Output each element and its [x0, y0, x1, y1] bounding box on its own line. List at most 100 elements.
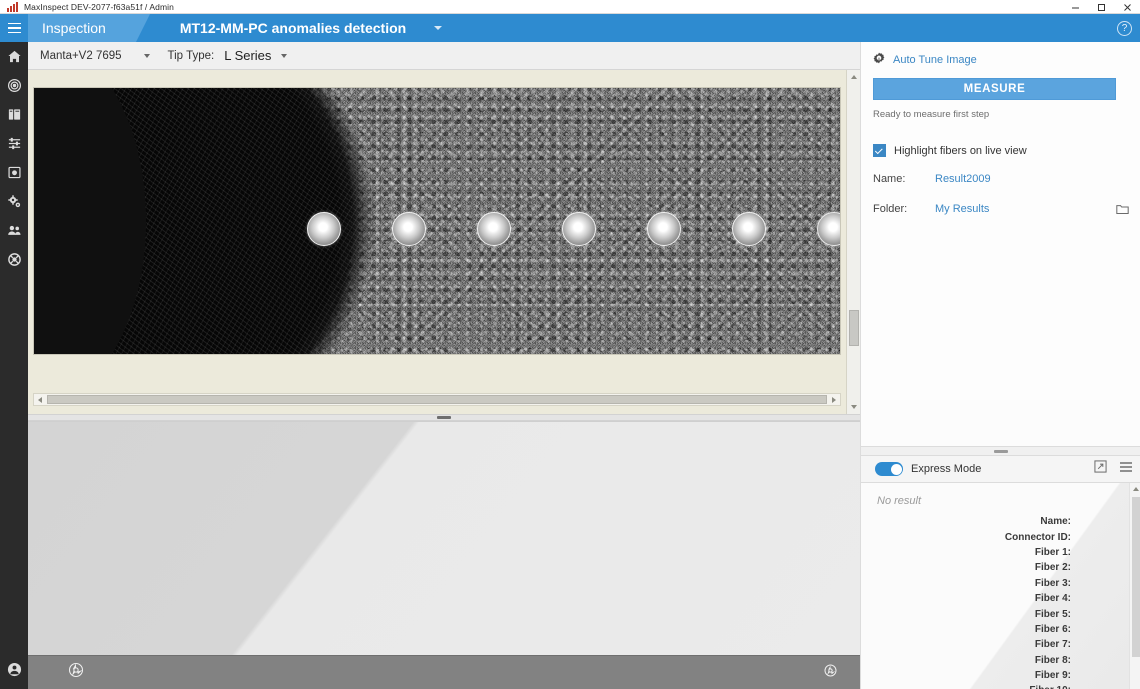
- result-row: Fiber 6:: [861, 622, 1123, 637]
- result-row: Fiber 4:: [861, 591, 1123, 606]
- highlight-fibers-checkbox-row[interactable]: Highlight fibers on live view: [873, 144, 1129, 157]
- fiber-marker[interactable]: [647, 212, 681, 246]
- highlight-fibers-checkbox[interactable]: [873, 144, 886, 157]
- gears-icon: [7, 194, 22, 209]
- result-row: Fiber 7:: [861, 637, 1123, 652]
- os-title-bar: MaxInspect DEV-2077-f63a51f / Admin: [0, 0, 1140, 14]
- tip-type-label: Tip Type:: [167, 49, 215, 62]
- vertical-scroll-thumb[interactable]: [849, 310, 859, 346]
- result-row-label: Connector ID:: [1004, 531, 1071, 543]
- result-row-label: Fiber 3:: [1034, 577, 1071, 589]
- scroll-up-button[interactable]: [847, 70, 861, 84]
- viewer-horizontal-scrollbar[interactable]: [33, 393, 841, 406]
- result-row-label: Fiber 2:: [1034, 562, 1071, 574]
- sidebar-item-home[interactable]: [0, 42, 28, 71]
- result-name-value[interactable]: Result2009: [935, 173, 991, 185]
- device-selector[interactable]: Manta+V2 7695: [40, 50, 150, 62]
- image-canvas[interactable]: [33, 87, 841, 355]
- external-link-icon[interactable]: [1094, 460, 1107, 478]
- maximize-button[interactable]: [1088, 0, 1114, 14]
- list-menu-icon[interactable]: [1119, 460, 1133, 478]
- folder-icon[interactable]: [1116, 202, 1129, 220]
- fiber-marker[interactable]: [392, 212, 426, 246]
- viewer-toolbar: Manta+V2 7695 Tip Type: L Series: [28, 42, 860, 70]
- measure-button[interactable]: MEASURE: [873, 78, 1116, 100]
- scroll-down-button[interactable]: [847, 400, 861, 414]
- live-image-viewer[interactable]: [28, 70, 860, 414]
- chevron-down-icon[interactable]: [434, 26, 443, 30]
- splitter-grip: [437, 416, 451, 419]
- chevron-down-icon[interactable]: [281, 53, 288, 58]
- result-row: Fiber 8:: [861, 653, 1123, 668]
- no-result-text: No result: [877, 495, 922, 507]
- viewer-splitter[interactable]: [28, 414, 860, 421]
- header-document-area: MT12-MM-PC anomalies detection: [135, 14, 1140, 42]
- results-scroll-thumb[interactable]: [1132, 497, 1140, 657]
- result-row-label: Fiber 4:: [1034, 593, 1071, 605]
- fiber-marker[interactable]: [732, 212, 766, 246]
- result-name-label: Name:: [873, 173, 906, 185]
- results-scroll-up-button[interactable]: [1130, 483, 1140, 495]
- fiber-marker[interactable]: [562, 212, 596, 246]
- right-panel: A Auto Tune Image MEASURE Ready to measu…: [860, 42, 1140, 689]
- result-row-label: Fiber 10:: [1029, 685, 1071, 689]
- help-button[interactable]: ?: [1117, 21, 1132, 36]
- sidebar-item-library[interactable]: [0, 100, 28, 129]
- users-icon: [7, 223, 22, 238]
- sidebar-item-support[interactable]: [0, 245, 28, 274]
- aperture-icon[interactable]: [68, 662, 84, 683]
- header-section-tab[interactable]: Inspection: [28, 14, 150, 42]
- sidebar-item-inspection[interactable]: [0, 71, 28, 100]
- result-folder-value[interactable]: My Results: [935, 203, 989, 215]
- horizontal-scroll-thumb[interactable]: [47, 395, 827, 404]
- result-row-label: Fiber 8:: [1034, 654, 1071, 666]
- chevron-down-icon: [143, 53, 150, 58]
- aperture-settings-icon[interactable]: [823, 663, 838, 683]
- viewer-vertical-scrollbar[interactable]: [846, 70, 860, 414]
- scroll-left-button[interactable]: [34, 394, 46, 405]
- express-bar-actions: [1094, 460, 1133, 478]
- hamburger-menu-icon[interactable]: [0, 14, 28, 42]
- result-row: Fiber 9:: [861, 668, 1123, 683]
- results-panel: No result Name: Connector ID: Fiber 1: Fibe…: [861, 483, 1140, 689]
- sidebar-item-settings-sliders[interactable]: [0, 129, 28, 158]
- express-mode-bar: Express Mode: [861, 456, 1140, 483]
- result-row: Fiber 1:: [861, 545, 1123, 560]
- scroll-right-button[interactable]: [828, 394, 840, 405]
- sidebar-item-account[interactable]: [0, 655, 28, 689]
- fiber-marker[interactable]: [307, 212, 341, 246]
- results-scrollbar[interactable]: [1129, 483, 1140, 689]
- result-folder-label: Folder:: [873, 203, 908, 215]
- minimize-button[interactable]: [1062, 0, 1088, 14]
- book-icon: [7, 107, 22, 122]
- status-bar: [28, 655, 860, 689]
- fiber-marker[interactable]: [477, 212, 511, 246]
- app-header: Inspection MT12-MM-PC anomalies detectio…: [0, 14, 1140, 42]
- express-mode-label: Express Mode: [911, 463, 982, 475]
- lifebuoy-icon: [7, 252, 22, 267]
- dark-region: [34, 88, 146, 354]
- sliders-icon: [7, 136, 22, 151]
- app-logo-icon: [7, 1, 19, 12]
- triangle-up-icon: [851, 75, 857, 79]
- triangle-up-icon: [1133, 487, 1139, 491]
- sidebar-item-configuration[interactable]: [0, 187, 28, 216]
- triangle-right-icon: [832, 396, 836, 403]
- result-row: Fiber 5:: [861, 606, 1123, 621]
- express-mode-toggle[interactable]: [875, 462, 903, 476]
- sidebar-item-users[interactable]: [0, 216, 28, 245]
- result-folder-row: Folder: My Results: [873, 201, 1129, 217]
- auto-tune-label: Auto Tune Image: [893, 54, 977, 66]
- application-window: MaxInspect DEV-2077-f63a51f / Admin Insp…: [0, 0, 1140, 689]
- close-button[interactable]: [1114, 0, 1140, 14]
- auto-tune-image-button[interactable]: A Auto Tune Image: [873, 50, 1129, 70]
- result-row: Fiber 2:: [861, 560, 1123, 575]
- result-name-row: Name: Result2009: [873, 171, 1129, 187]
- result-row-label: Fiber 5:: [1034, 608, 1071, 620]
- sidebar-item-capture[interactable]: [0, 158, 28, 187]
- gear-tune-icon: A: [873, 51, 885, 69]
- right-panel-splitter[interactable]: [861, 446, 1140, 456]
- tip-type-value[interactable]: L Series: [224, 48, 271, 63]
- user-account-icon: [7, 662, 22, 682]
- lower-empty-panel: [28, 421, 860, 655]
